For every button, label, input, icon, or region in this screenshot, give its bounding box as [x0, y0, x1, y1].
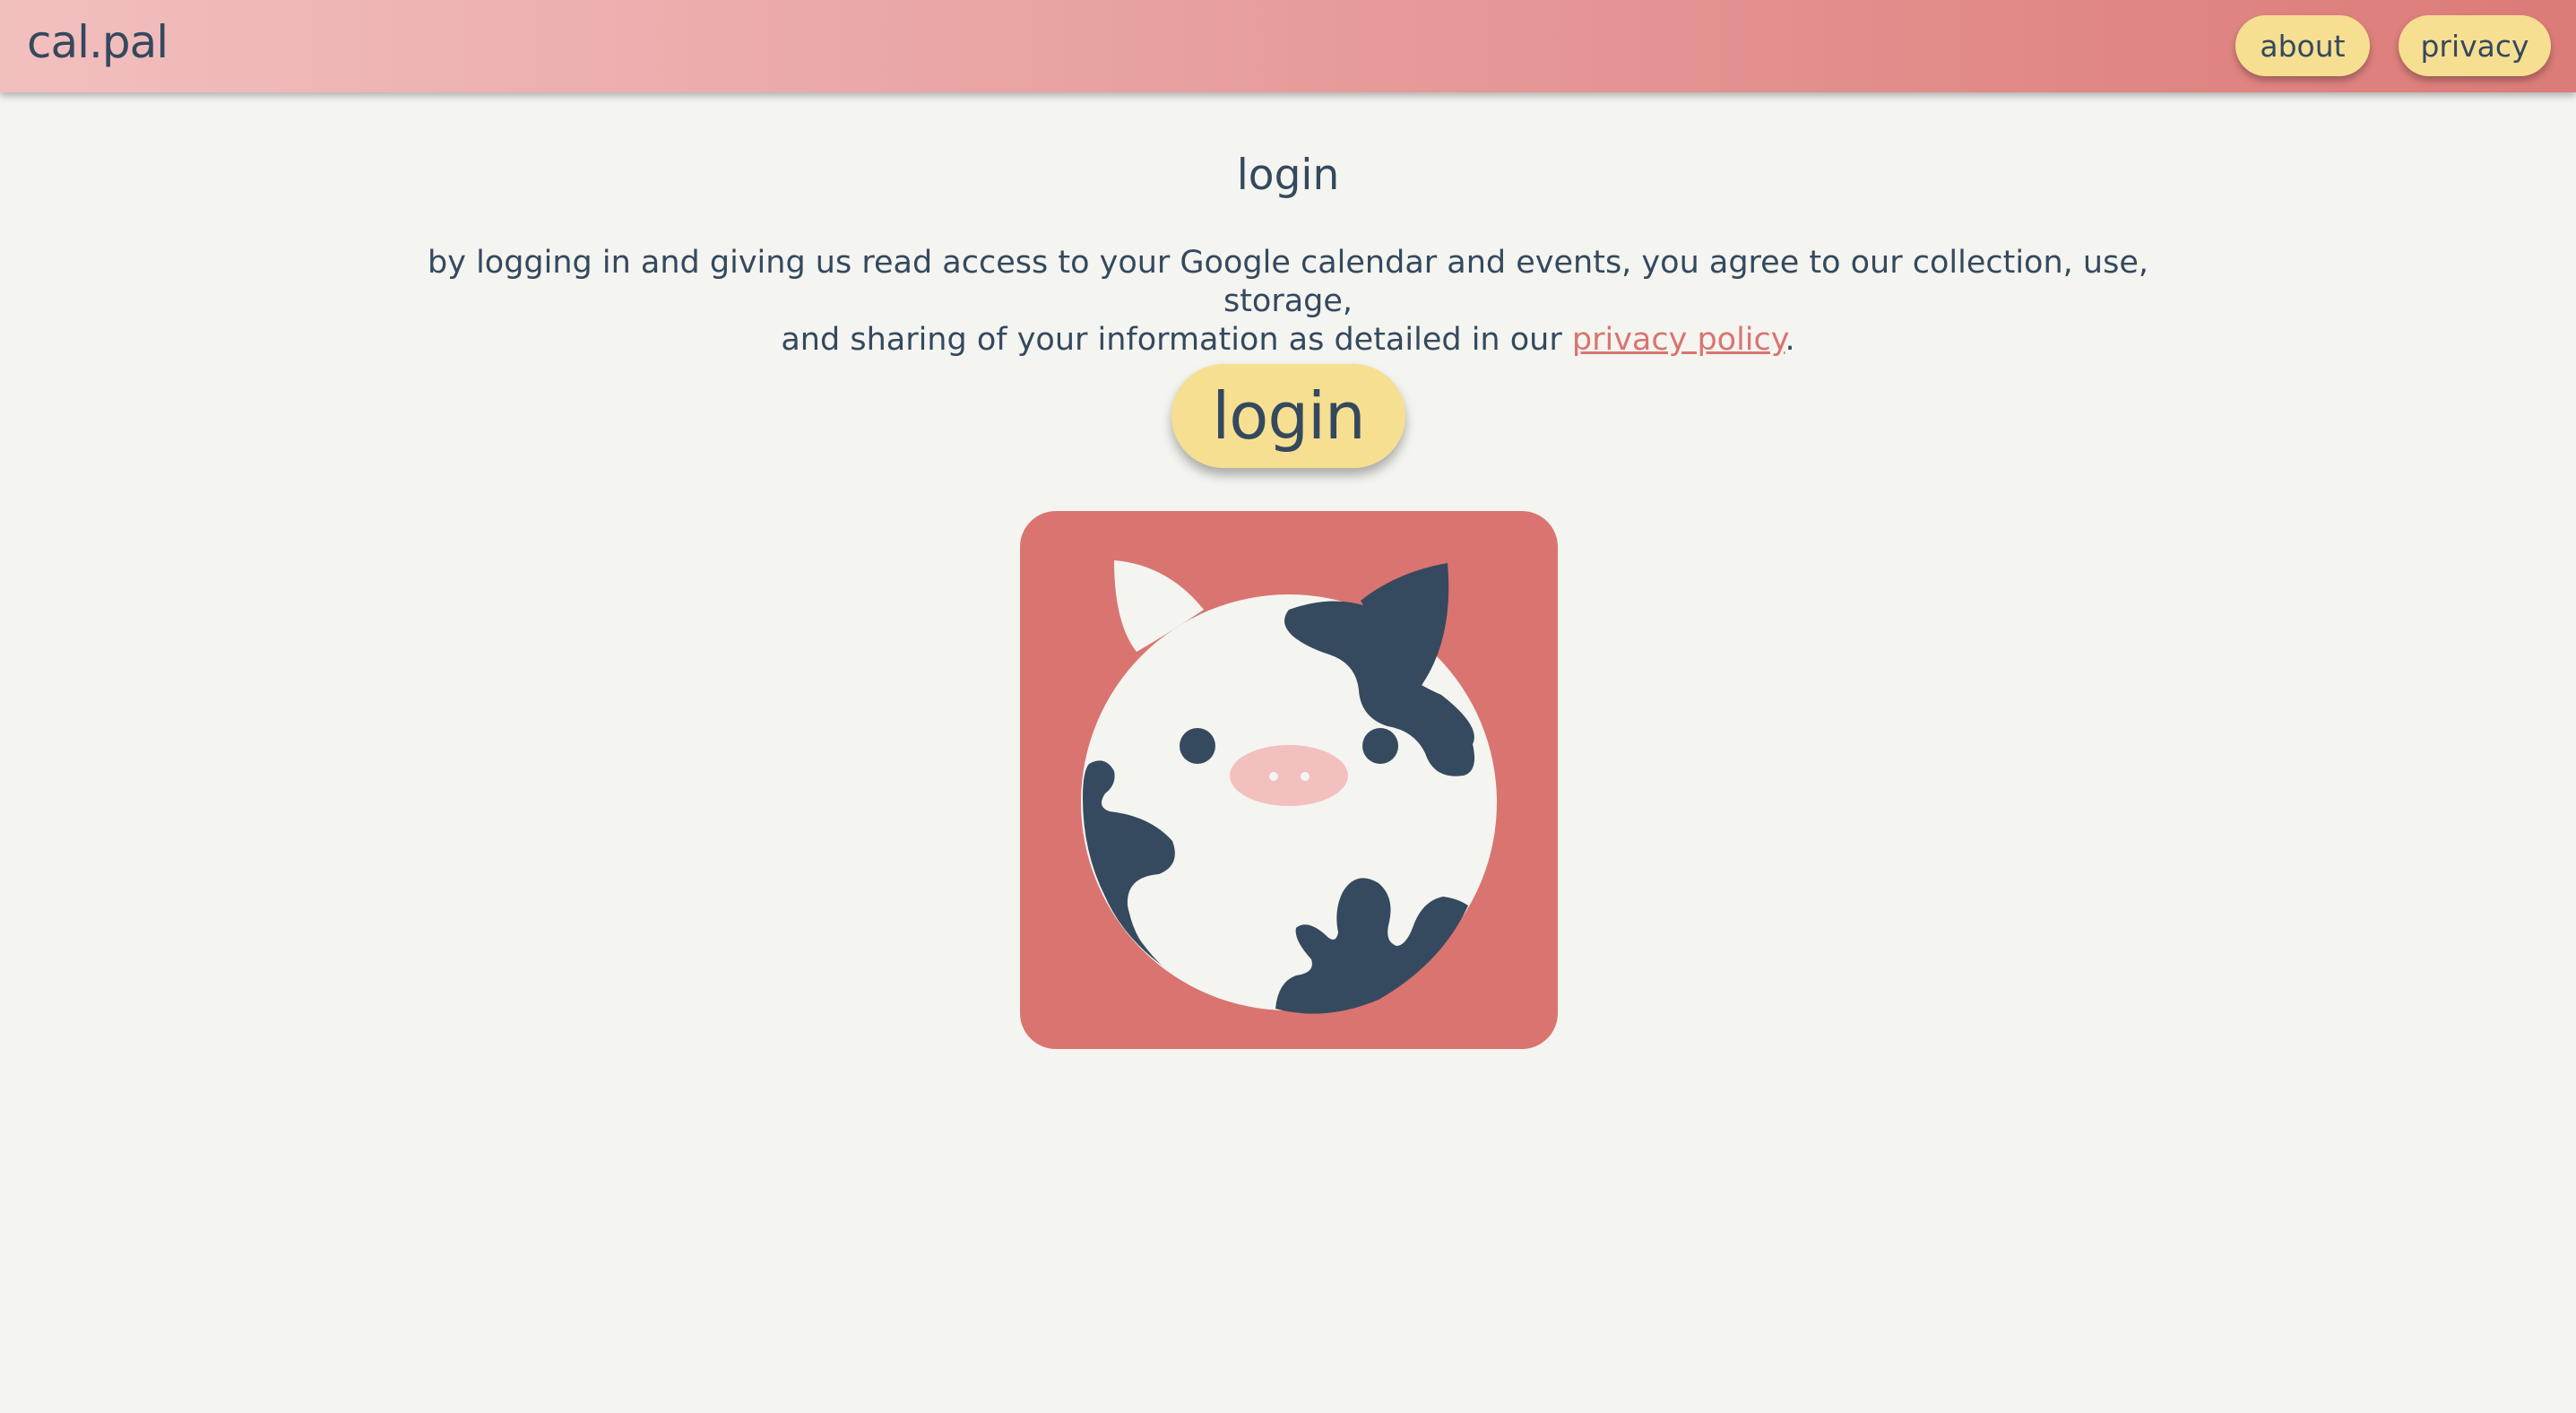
consent-text: by logging in and giving us read access …	[392, 244, 2184, 360]
privacy-policy-link[interactable]: privacy policy	[1572, 322, 1785, 358]
cow-mascot-icon	[1020, 511, 1558, 1049]
top-navbar: cal.pal about privacy	[0, 0, 2576, 92]
consent-line-2: and sharing of your information as detai…	[392, 321, 2184, 360]
consent-line-2-suffix: .	[1785, 322, 1795, 358]
page-title: login	[1236, 151, 1340, 200]
about-button[interactable]: about	[2235, 15, 2370, 76]
login-button[interactable]: login	[1171, 364, 1405, 468]
consent-line-1: by logging in and giving us read access …	[428, 245, 2148, 319]
privacy-button[interactable]: privacy	[2399, 15, 2551, 76]
brand-logo-text[interactable]: cal.pal	[27, 20, 169, 65]
consent-line-2-prefix: and sharing of your information as detai…	[781, 322, 1562, 358]
